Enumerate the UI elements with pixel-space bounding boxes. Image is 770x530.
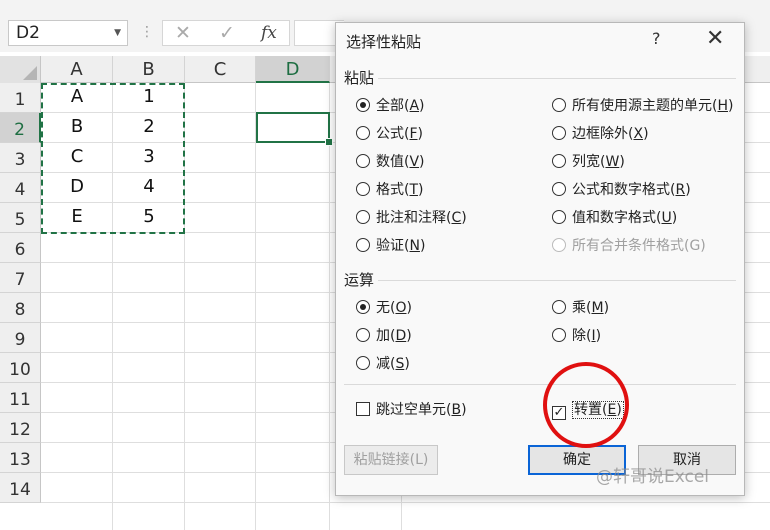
- row-header-9[interactable]: 9: [0, 323, 41, 353]
- radio-button[interactable]: [356, 98, 370, 112]
- paste-special-dialog: 选择性粘贴 ? ✕ 粘贴 全部(A) 所有使用源主题的单元(H) 公式(F) 边框除外…: [335, 22, 745, 496]
- divider: [378, 78, 736, 79]
- radio-button[interactable]: [552, 182, 566, 196]
- radio-option[interactable]: 边框除外(X): [552, 125, 649, 143]
- radio-button[interactable]: [552, 328, 566, 342]
- radio-button: [552, 238, 566, 252]
- help-icon[interactable]: ?: [652, 29, 661, 48]
- row-header-10[interactable]: 10: [0, 353, 41, 383]
- row-header-1[interactable]: 1: [0, 83, 41, 113]
- copy-range-marquee: [41, 83, 185, 234]
- radio-button[interactable]: [356, 238, 370, 252]
- column-header-d[interactable]: D: [256, 56, 330, 83]
- row-header-6[interactable]: 6: [0, 233, 41, 263]
- radio-button[interactable]: [552, 126, 566, 140]
- radio-option[interactable]: 加(D): [356, 327, 412, 345]
- radio-option[interactable]: 减(S): [356, 355, 410, 373]
- cancel-icon[interactable]: ✕: [175, 21, 191, 45]
- radio-option[interactable]: 值和数字格式(U): [552, 209, 677, 227]
- column-gridline: [255, 83, 256, 530]
- row-header-2[interactable]: 2: [0, 113, 41, 143]
- radio-button[interactable]: [552, 154, 566, 168]
- chevron-down-icon[interactable]: ▼: [114, 21, 121, 45]
- radio-button[interactable]: [356, 182, 370, 196]
- column-header-b[interactable]: B: [113, 56, 185, 83]
- radio-button[interactable]: [552, 98, 566, 112]
- divider: [344, 384, 736, 385]
- radio-option[interactable]: 所有使用源主题的单元(H): [552, 97, 733, 115]
- radio-button[interactable]: [552, 210, 566, 224]
- column-header-a[interactable]: A: [41, 56, 113, 83]
- radio-button[interactable]: [356, 126, 370, 140]
- row-header-5[interactable]: 5: [0, 203, 41, 233]
- row-gridline: [41, 502, 770, 503]
- radio-option[interactable]: 公式和数字格式(R): [552, 181, 691, 199]
- dialog-title: 选择性粘贴: [346, 33, 422, 51]
- radio-button[interactable]: [356, 210, 370, 224]
- row-header-4[interactable]: 4: [0, 173, 41, 203]
- radio-button[interactable]: [356, 154, 370, 168]
- row-header-14[interactable]: 14: [0, 473, 41, 503]
- enter-icon[interactable]: ✓: [219, 21, 235, 45]
- paste-link-button[interactable]: 粘贴链接(L): [344, 445, 438, 475]
- radio-button[interactable]: [356, 300, 370, 314]
- watermark: @轩哥说Excel: [596, 467, 710, 487]
- radio-button[interactable]: [552, 300, 566, 314]
- row-header-7[interactable]: 7: [0, 263, 41, 293]
- radio-option: 所有合并条件格式(G): [552, 237, 706, 255]
- select-all-button[interactable]: [0, 56, 41, 83]
- formula-buttons: ✕ ✓ fx: [162, 20, 290, 46]
- radio-option[interactable]: 除(I): [552, 327, 601, 345]
- row-header-13[interactable]: 13: [0, 443, 41, 473]
- checkbox-icon[interactable]: [356, 402, 370, 416]
- name-box[interactable]: D2 ▼: [8, 20, 128, 46]
- insert-function-icon[interactable]: fx: [261, 21, 277, 45]
- radio-button[interactable]: [356, 328, 370, 342]
- radio-option[interactable]: 验证(N): [356, 237, 425, 255]
- row-header-3[interactable]: 3: [0, 143, 41, 173]
- active-cell[interactable]: [256, 112, 333, 146]
- radio-option[interactable]: 乘(M): [552, 299, 609, 317]
- column-header-c[interactable]: C: [185, 56, 256, 83]
- divider: [378, 280, 736, 281]
- radio-option[interactable]: 全部(A): [356, 97, 425, 115]
- row-header-12[interactable]: 12: [0, 413, 41, 443]
- row-header-8[interactable]: 8: [0, 293, 41, 323]
- close-icon[interactable]: ✕: [706, 26, 724, 51]
- operation-group-label: 运算: [344, 271, 375, 289]
- radio-option[interactable]: 格式(T): [356, 181, 424, 199]
- radio-option[interactable]: 批注和注释(C): [356, 209, 467, 227]
- more-icon: ⋮: [140, 24, 154, 40]
- row-header-11[interactable]: 11: [0, 383, 41, 413]
- name-box-value: D2: [16, 23, 40, 43]
- radio-option[interactable]: 无(O): [356, 299, 412, 317]
- paste-group-label: 粘贴: [344, 69, 375, 87]
- column-gridline: [329, 83, 330, 530]
- highlight-circle: [543, 362, 629, 448]
- radio-button[interactable]: [356, 356, 370, 370]
- radio-option[interactable]: 数值(V): [356, 153, 425, 171]
- radio-option[interactable]: 公式(F): [356, 125, 423, 143]
- radio-option[interactable]: 列宽(W): [552, 153, 625, 171]
- skip-blanks-checkbox[interactable]: 跳过空单元(B): [356, 401, 467, 419]
